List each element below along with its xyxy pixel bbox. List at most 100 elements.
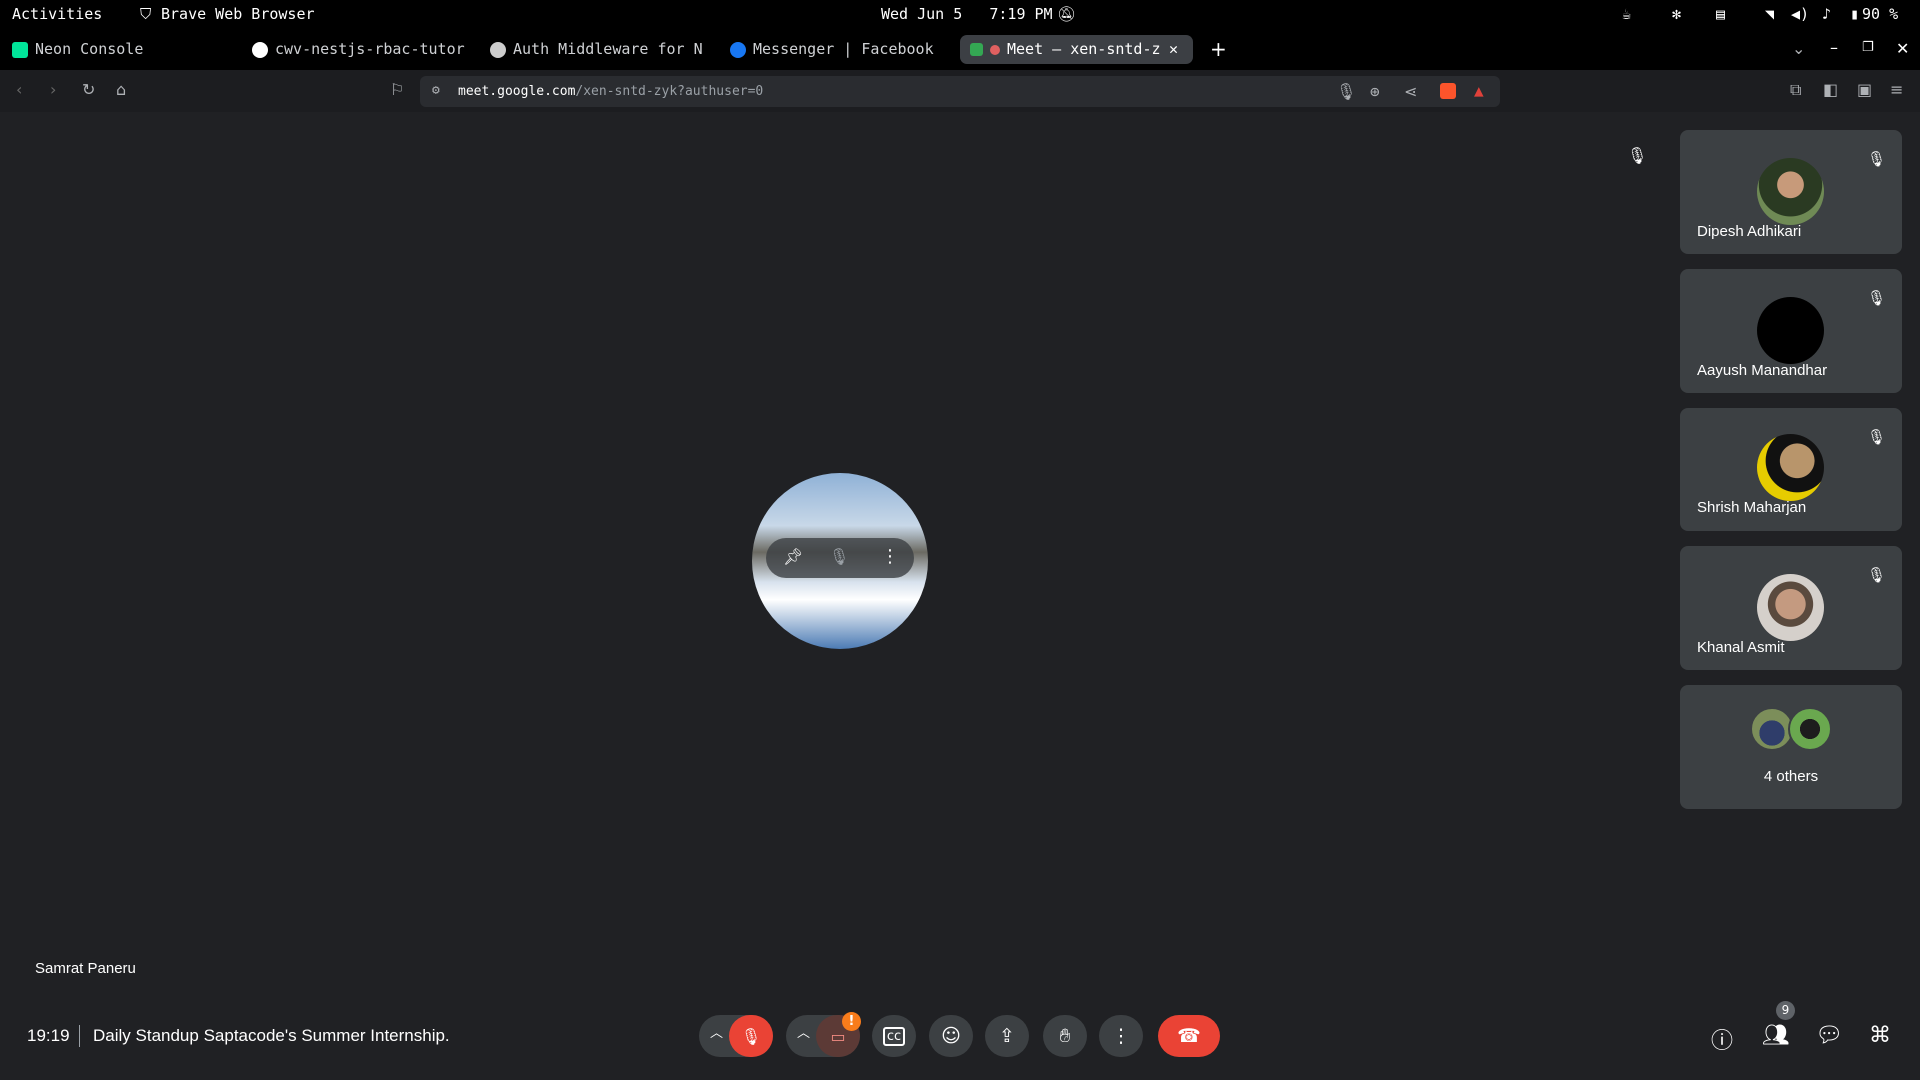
app-name[interactable]: Brave Web Browser [161, 5, 315, 23]
reactions-button[interactable]: ☺ [929, 1015, 973, 1057]
menu-icon[interactable]: ≡ [1890, 82, 1903, 98]
raise-hand-button[interactable]: ✋︎ [1043, 1015, 1087, 1057]
camera-group: ︿ ▭ ! [786, 1012, 861, 1057]
tab-meet[interactable]: Meet – xen-sntd-z ✕ [960, 35, 1193, 64]
tab-label: Auth Middleware for N [513, 40, 703, 58]
divider [79, 1025, 80, 1047]
people-icon[interactable]: 👥︎ [1762, 1023, 1790, 1048]
tab-neon-console[interactable]: Neon Console [12, 35, 237, 64]
more-vert-icon: ⋮ [1111, 1025, 1131, 1047]
tab-label: Messenger | Facebook [753, 40, 934, 58]
tile-overlay-controls: 📌︎ 🎙︎ ⋮ [766, 538, 914, 578]
meeting-title: Daily Standup Saptacode's Summer Interns… [93, 1026, 450, 1045]
meet-stage: 🎙︎ 📌︎ 🎙︎ ⋮ 🎙︎ Dipesh Adhikari 🎙︎ Aayush … [0, 112, 1920, 1080]
others-avatar-2 [1788, 707, 1832, 751]
url-field[interactable]: ⚙ meet.google.com/xen-sntd-zyk?authuser=… [420, 76, 1500, 107]
captions-icon: cc [882, 1026, 906, 1046]
self-name-label: Samrat Paneru [35, 960, 136, 977]
participant-tile[interactable]: 🎙︎ Aayush Manandhar [1680, 269, 1902, 393]
self-avatar: 📌︎ 🎙︎ ⋮ [752, 473, 928, 649]
close-tab-icon[interactable]: ✕ [1169, 35, 1178, 64]
tab-auth-middleware[interactable]: Auth Middleware for N [490, 35, 708, 64]
people-count-badge: 9 [1776, 1001, 1795, 1020]
mic-toggle-button[interactable]: 🎙︎ [729, 1015, 773, 1057]
close-window-icon[interactable]: ✕ [1896, 41, 1909, 57]
others-tile[interactable]: 4 others [1680, 685, 1902, 809]
audio-options-chevron-icon[interactable]: ︿ [710, 1027, 723, 1040]
tab-label: Meet – xen-sntd-z [1007, 40, 1161, 58]
leave-call-button[interactable]: ☎︎ [1158, 1015, 1220, 1057]
forward-icon[interactable]: › [50, 82, 56, 98]
tab-label: Neon Console [35, 40, 144, 58]
url-text: meet.google.com/xen-sntd-zyk?authuser=0 [458, 76, 763, 107]
tab-list-chevron-icon[interactable]: ⌄ [1792, 41, 1805, 57]
mic-group: ︿ 🎙︎ [699, 1015, 773, 1057]
participant-name: Shrish Maharjan [1697, 499, 1807, 516]
reload-icon[interactable]: ↻ [82, 82, 95, 98]
site-info-icon[interactable]: ⚙ [432, 84, 440, 97]
activities-shapes-icon[interactable]: ⌘ [1869, 1023, 1891, 1048]
tab-github-repo[interactable]: cwv-nestjs-rbac-tutor [252, 35, 466, 64]
end-call-icon: ☎︎ [1177, 1025, 1201, 1047]
share-icon[interactable]: ⋖ [1404, 84, 1417, 100]
url-host: meet.google.com [458, 84, 576, 99]
mic-icon: ♪ [1822, 5, 1832, 23]
brave-shields-icon[interactable] [1440, 83, 1456, 99]
system-top-bar: Activities ⛉ Brave Web Browser Wed Jun 5… [0, 0, 1920, 29]
volume-icon: ◀) [1791, 5, 1810, 23]
emoji-icon: ☺ [941, 1025, 961, 1047]
muted-mic-icon: 🎙︎ [1866, 566, 1886, 584]
present-button[interactable]: ⇪ [985, 1015, 1029, 1057]
participant-name: Dipesh Adhikari [1697, 223, 1802, 240]
avatar [1757, 434, 1824, 501]
muted-mic-overlay-icon[interactable]: 🎙︎ [829, 549, 849, 565]
participant-tile[interactable]: 🎙︎ Shrish Maharjan [1680, 408, 1902, 531]
restore-icon[interactable]: ❐ [1862, 41, 1874, 54]
mic-off-icon: 🎙︎ [740, 1026, 762, 1046]
brave-lion-icon: ⛉ [140, 5, 152, 23]
tray-slack-icon[interactable]: ✻ [1672, 5, 1681, 23]
toolbar: ‹ › ↻ ⌂ ⚐ ⚙ meet.google.com/xen-sntd-zyk… [0, 70, 1920, 112]
captions-button[interactable]: cc [872, 1015, 916, 1057]
minimize-icon[interactable]: – [1830, 40, 1838, 56]
participant-name: Aayush Manandhar [1697, 362, 1828, 379]
chatgpt-favicon-icon [490, 41, 506, 58]
hand-icon: ✋︎ [1059, 1025, 1071, 1047]
voice-search-icon[interactable]: 🎙︎ [1336, 84, 1356, 100]
tab-messenger[interactable]: Messenger | Facebook [730, 35, 955, 64]
new-tab-icon[interactable]: + [1210, 39, 1227, 59]
chat-icon[interactable]: 💬︎ [1815, 1023, 1843, 1048]
wallet-icon[interactable]: ▣ [1857, 82, 1872, 98]
back-icon[interactable]: ‹ [16, 82, 22, 98]
bookmark-icon[interactable]: ⚐ [390, 82, 404, 98]
tray-clipboard-icon[interactable]: ▤ [1716, 5, 1725, 23]
others-count: 4 others [1763, 768, 1819, 785]
warning-badge-icon: ! [842, 1012, 861, 1031]
more-options-button[interactable]: ⋮ [1099, 1015, 1143, 1057]
tray-extension-icon[interactable]: ☕︎ [1622, 5, 1631, 23]
neon-favicon-icon [12, 41, 28, 58]
meet-favicon-icon [970, 43, 983, 56]
battery-icon: ▮ [1850, 5, 1860, 23]
system-clock[interactable]: Wed Jun 5 7:19 PM [881, 5, 1053, 23]
activities-button[interactable]: Activities [12, 5, 102, 23]
brave-rewards-icon[interactable]: ▲ [1474, 83, 1484, 99]
tab-label: cwv-nestjs-rbac-tutor [275, 40, 465, 58]
pin-icon[interactable]: 📌︎ [783, 549, 803, 565]
notifications-muted-icon: 🔕︎ [1057, 5, 1077, 23]
more-options-icon[interactable]: ⋮ [881, 548, 899, 566]
meeting-info-icon[interactable]: ⓘ [1711, 1023, 1733, 1055]
present-screen-icon: ⇪ [999, 1025, 1015, 1047]
sidebar-icon[interactable]: ◧ [1823, 82, 1838, 98]
zoom-icon[interactable]: ⊕ [1370, 84, 1380, 100]
participant-tile[interactable]: 🎙︎ Dipesh Adhikari [1680, 130, 1902, 254]
video-options-chevron-icon[interactable]: ︿ [797, 1027, 810, 1040]
home-icon[interactable]: ⌂ [116, 82, 126, 98]
wifi-icon: ◥ [1765, 5, 1775, 23]
avatar [1757, 574, 1824, 641]
battery-percent: 90 % [1862, 5, 1899, 23]
extensions-icon[interactable]: ⧉ [1790, 82, 1801, 98]
camera-off-icon: ▭ [830, 1026, 846, 1046]
muted-mic-icon: 🎙︎ [1866, 428, 1886, 446]
participant-tile[interactable]: 🎙︎ Khanal Asmit [1680, 546, 1902, 670]
